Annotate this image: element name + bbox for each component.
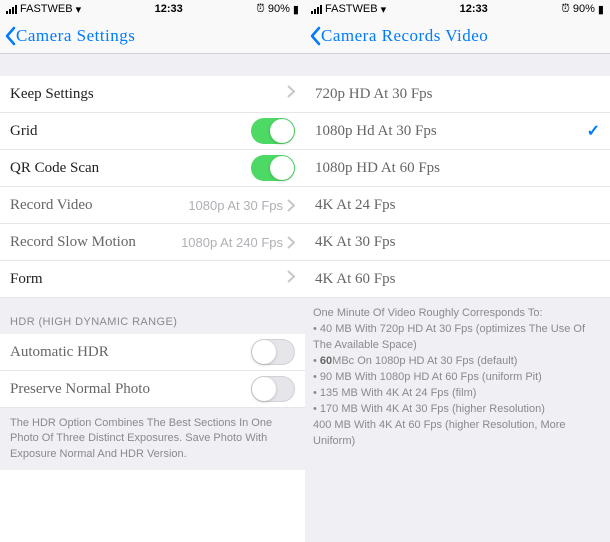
back-button[interactable]: Camera Settings xyxy=(4,26,135,46)
grid-toggle[interactable] xyxy=(251,118,295,144)
option-label: 4K At 30 Fps xyxy=(315,234,395,251)
section-spacer xyxy=(305,54,610,76)
form-row[interactable]: Form xyxy=(0,261,305,298)
option-label: 1080p Hd At 30 Fps xyxy=(315,123,437,140)
section-spacer xyxy=(0,54,305,76)
row-label: Automatic HDR xyxy=(10,344,109,361)
row-value: 1080p At 240 Fps xyxy=(181,235,295,250)
clock-label: 12:33 xyxy=(155,3,183,15)
wifi-icon: ▾︎ xyxy=(381,3,387,16)
chevron-left-icon xyxy=(4,26,16,46)
hdr-footer-text: The HDR Option Combines The Best Section… xyxy=(0,408,305,470)
option-label: 4K At 60 Fps xyxy=(315,271,395,288)
battery-icon: ▮︎ xyxy=(293,3,299,16)
row-label: Form xyxy=(10,271,43,288)
battery-percent: 90% xyxy=(268,3,290,15)
option-label: 4K At 24 Fps xyxy=(315,197,395,214)
video-options-list: 720p HD At 30 Fps 1080p Hd At 30 Fps ✓ 1… xyxy=(305,76,610,298)
option-label: 1080p HD At 60 Fps xyxy=(315,160,440,177)
video-size-info: One Minute Of Video Roughly Corresponds … xyxy=(305,298,610,542)
video-option-1080p-30[interactable]: 1080p Hd At 30 Fps ✓ xyxy=(305,113,610,150)
keep-settings-row[interactable]: Keep Settings xyxy=(0,76,305,113)
checkmark-icon: ✓ xyxy=(587,121,600,141)
video-option-720p-30[interactable]: 720p HD At 30 Fps xyxy=(305,76,610,113)
nav-bar: Camera Records Video xyxy=(305,18,610,54)
chevron-right-icon xyxy=(287,199,295,212)
status-bar: FASTWEB ▾︎ 12:33 ⏰︎ 90% ▮︎ xyxy=(0,0,305,18)
wifi-icon: ▾︎ xyxy=(76,3,82,16)
nav-title: Camera Records Video xyxy=(321,26,488,46)
video-option-4k-30[interactable]: 4K At 30 Fps xyxy=(305,224,610,261)
carrier-label: FASTWEB xyxy=(325,3,378,15)
chevron-right-icon xyxy=(287,270,295,288)
chevron-right-icon xyxy=(287,85,295,103)
automatic-hdr-row: Automatic HDR xyxy=(0,334,305,371)
row-value: 1080p At 30 Fps xyxy=(188,198,295,213)
video-option-1080p-60[interactable]: 1080p HD At 60 Fps xyxy=(305,150,610,187)
hdr-list: Automatic HDR Preserve Normal Photo xyxy=(0,334,305,408)
signal-icon xyxy=(6,4,17,14)
battery-percent: 90% xyxy=(573,3,595,15)
row-label: Record Video xyxy=(10,197,93,214)
nav-bar: Camera Settings xyxy=(0,18,305,54)
carrier-label: FASTWEB xyxy=(20,3,73,15)
row-label: Preserve Normal Photo xyxy=(10,381,150,398)
row-label: Keep Settings xyxy=(10,86,94,103)
record-video-row[interactable]: Record Video 1080p At 30 Fps xyxy=(0,187,305,224)
record-slow-motion-row[interactable]: Record Slow Motion 1080p At 240 Fps xyxy=(0,224,305,261)
chevron-left-icon xyxy=(309,26,321,46)
option-label: 720p HD At 30 Fps xyxy=(315,86,433,103)
preserve-photo-row: Preserve Normal Photo xyxy=(0,371,305,408)
settings-list: Keep Settings Grid QR Code Scan Record V… xyxy=(0,76,305,298)
preserve-photo-toggle[interactable] xyxy=(251,376,295,402)
clock-label: 12:33 xyxy=(460,3,488,15)
chevron-right-icon xyxy=(287,236,295,249)
alarm-icon: ⏰︎ xyxy=(561,3,570,16)
video-option-4k-24[interactable]: 4K At 24 Fps xyxy=(305,187,610,224)
status-bar: FASTWEB ▾︎ 12:33 ⏰︎ 90% ▮︎ xyxy=(305,0,610,18)
nav-title: Camera Settings xyxy=(16,26,135,46)
row-label: QR Code Scan xyxy=(10,160,99,177)
video-option-4k-60[interactable]: 4K At 60 Fps xyxy=(305,261,610,298)
row-label: Record Slow Motion xyxy=(10,234,136,251)
hdr-section-header: HDR (HIGH DYNAMIC RANGE) xyxy=(0,298,305,334)
back-button[interactable]: Camera Records Video xyxy=(309,26,488,46)
automatic-hdr-toggle[interactable] xyxy=(251,339,295,365)
alarm-icon: ⏰︎ xyxy=(256,3,265,16)
row-label: Grid xyxy=(10,123,38,140)
qr-toggle[interactable] xyxy=(251,155,295,181)
settings-pane: FASTWEB ▾︎ 12:33 ⏰︎ 90% ▮︎ Camera Settin… xyxy=(0,0,305,542)
signal-icon xyxy=(311,4,322,14)
grid-row: Grid xyxy=(0,113,305,150)
battery-icon: ▮︎ xyxy=(598,3,604,16)
video-record-pane: FASTWEB ▾︎ 12:33 ⏰︎ 90% ▮︎ Camera Record… xyxy=(305,0,610,542)
qr-scan-row: QR Code Scan xyxy=(0,150,305,187)
